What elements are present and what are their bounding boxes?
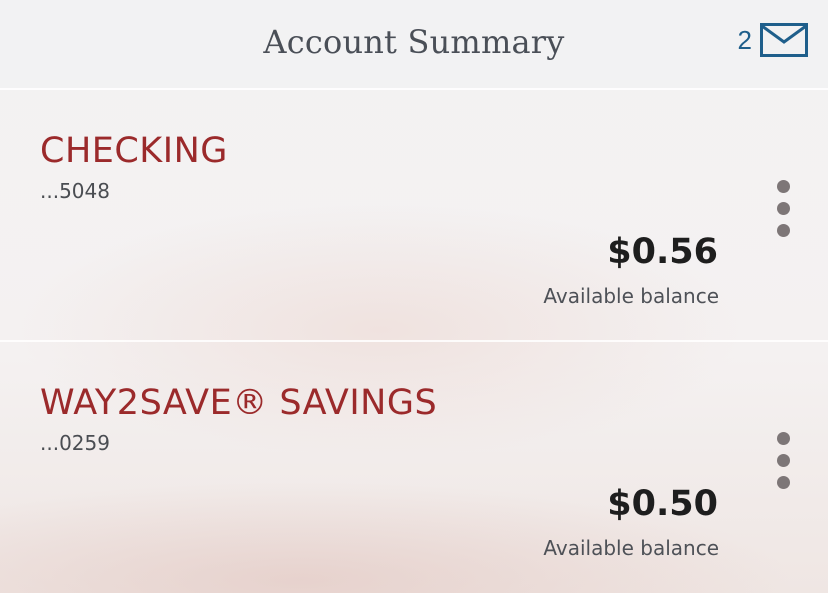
account-number: ...0259 (40, 431, 110, 455)
balance-label: Available balance (543, 536, 719, 560)
balance-amount: $0.56 (607, 232, 718, 272)
balance-label: Available balance (543, 284, 719, 308)
messages-button[interactable]: 2 (738, 20, 808, 60)
kebab-dot-icon (777, 476, 790, 489)
account-name[interactable]: CHECKING (40, 130, 228, 172)
more-options-button[interactable] (770, 430, 798, 490)
kebab-dot-icon (777, 454, 790, 467)
account-number: ...5048 (40, 179, 110, 203)
balance-amount: $0.50 (607, 484, 718, 524)
mail-envelope-icon (760, 23, 808, 57)
kebab-dot-icon (777, 202, 790, 215)
kebab-dot-icon (777, 180, 790, 193)
kebab-dot-icon (777, 224, 790, 237)
account-card-checking[interactable]: CHECKING ...5048 $0.56 Available balance (0, 90, 828, 340)
page-title: Account Summary (263, 23, 565, 61)
account-card-savings[interactable]: WAY2SAVE® SAVINGS ...0259 $0.50 Availabl… (0, 342, 828, 592)
kebab-dot-icon (777, 432, 790, 445)
account-name[interactable]: WAY2SAVE® SAVINGS (40, 382, 437, 424)
more-options-button[interactable] (770, 178, 798, 238)
app-header: Account Summary 2 (0, 0, 828, 88)
message-count-badge: 2 (737, 24, 752, 55)
